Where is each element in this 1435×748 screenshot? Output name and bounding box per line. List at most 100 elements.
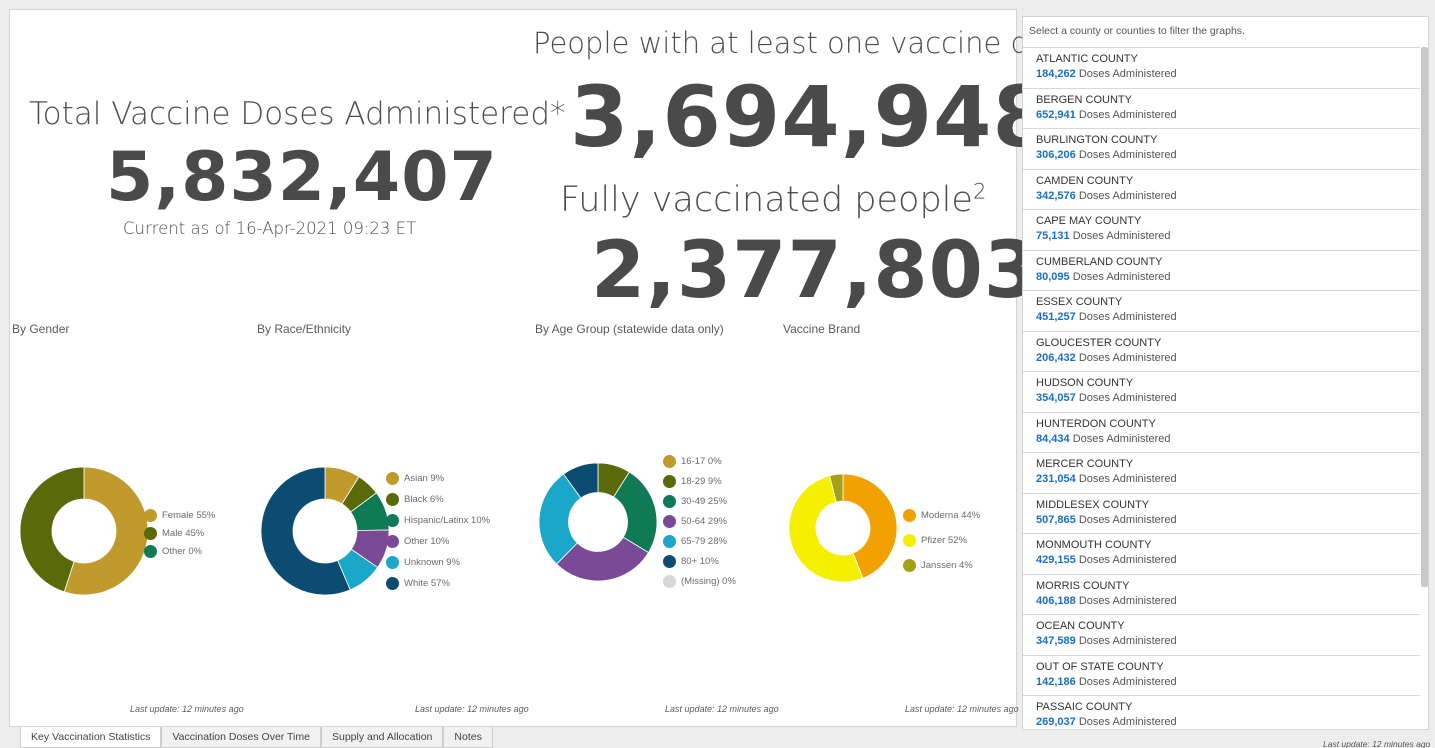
county-list-item[interactable]: BURLINGTON COUNTY 306,206 Doses Administe…	[1023, 129, 1420, 170]
county-doses: 429,155 Doses Administered	[1036, 553, 1420, 568]
race-last-update: Last update: 12 minutes ago	[415, 704, 529, 714]
county-list-scrollbar[interactable]	[1421, 47, 1428, 587]
legend-label: Unknown 9%	[404, 557, 460, 568]
legend-swatch	[663, 495, 676, 508]
county-list-item[interactable]: OUT OF STATE COUNTY 142,186 Doses Adminis…	[1023, 656, 1420, 696]
age-donut-chart[interactable]	[538, 462, 658, 582]
legend-label: Black 6%	[404, 494, 444, 505]
county-name: GLOUCESTER COUNTY	[1036, 336, 1162, 349]
legend-item[interactable]: Female 55%	[144, 509, 215, 522]
county-name: MERCER COUNTY	[1036, 458, 1134, 470]
county-doses-suffix: Doses Administered	[1078, 311, 1177, 323]
county-doses: 84,434 Doses Administered	[1036, 432, 1420, 447]
county-doses-suffix: Doses Administered	[1078, 513, 1177, 526]
county-list-item[interactable]: ATLANTIC COUNTY 184,262 Doses Administere…	[1023, 48, 1420, 89]
county-name: MONMOUTH COUNTY	[1036, 539, 1152, 551]
county-list-item[interactable]: MERCER COUNTY 231,054 Doses Administered	[1023, 453, 1420, 494]
county-name: ATLANTIC COUNTY	[1036, 53, 1138, 65]
county-doses-value: 80,095	[1036, 270, 1070, 283]
county-doses-value: 184,262	[1036, 68, 1076, 80]
legend-item[interactable]: 65-79 28%	[663, 535, 727, 548]
county-doses-value: 507,865	[1036, 513, 1076, 526]
county-doses-value: 142,186	[1036, 675, 1076, 688]
county-doses-value: 306,206	[1036, 149, 1076, 161]
county-list[interactable]: ATLANTIC COUNTY 184,262 Doses Administere…	[1023, 47, 1420, 729]
legend-swatch	[663, 475, 676, 488]
county-list-item[interactable]: MIDDLESEX COUNTY 507,865 Doses Administer…	[1023, 494, 1420, 534]
county-doses: 142,186 Doses Administered	[1036, 675, 1420, 690]
county-name: OUT OF STATE COUNTY	[1036, 660, 1164, 673]
legend-label: Hispanic/Latinx 10%	[404, 515, 491, 526]
brand-section-label: Vaccine Brand	[783, 322, 861, 336]
tab-key-vaccination-statistics[interactable]: Key Vaccination Statistics	[20, 727, 162, 748]
legend-swatch	[663, 575, 676, 588]
legend-item[interactable]: Male 45%	[144, 527, 204, 540]
tab-notes[interactable]: Notes	[443, 727, 493, 748]
legend-item[interactable]: Black 6%	[386, 493, 444, 506]
county-doses-suffix: Doses Administered	[1078, 716, 1177, 728]
county-list-item[interactable]: ESSEX COUNTY 451,257 Doses Administered	[1023, 291, 1420, 332]
county-list-item[interactable]: HUNTERDON COUNTY 84,434 Doses Administere…	[1023, 413, 1420, 453]
legend-item[interactable]: Moderna 44%	[903, 509, 980, 522]
legend-swatch	[386, 577, 399, 590]
county-doses: 80,095 Doses Administered	[1036, 270, 1420, 285]
county-list-item[interactable]: BERGEN COUNTY 652,941 Doses Administered	[1023, 89, 1420, 129]
legend-label: Pfizer 52%	[921, 535, 967, 546]
legend-item[interactable]: 16-17 0%	[663, 455, 722, 468]
county-doses: 507,865 Doses Administered	[1036, 513, 1420, 528]
county-doses-suffix: Doses Administered	[1078, 392, 1177, 404]
county-list-item[interactable]: MONMOUTH COUNTY 429,155 Doses Administere…	[1023, 534, 1420, 575]
county-name: MIDDLESEX COUNTY	[1036, 498, 1150, 511]
legend-item[interactable]: Asian 9%	[386, 472, 444, 485]
legend-swatch	[144, 545, 157, 558]
gender-section-label: By Gender	[12, 322, 70, 336]
county-doses: 347,589 Doses Administered	[1036, 634, 1420, 649]
race-donut-chart[interactable]	[260, 466, 390, 596]
county-doses: 406,188 Doses Administered	[1036, 594, 1420, 609]
county-list-item[interactable]: GLOUCESTER COUNTY 206,432 Doses Administe…	[1023, 332, 1420, 372]
legend-item[interactable]: Unknown 9%	[386, 556, 460, 569]
legend-item[interactable]: 18-29 9%	[663, 475, 722, 488]
legend-item[interactable]: Pfizer 52%	[903, 534, 967, 547]
legend-label: Asian 9%	[404, 473, 445, 484]
legend-item[interactable]: White 57%	[386, 577, 450, 590]
county-name: MORRIS COUNTY	[1036, 579, 1130, 592]
legend-item[interactable]: 50-64 29%	[663, 515, 727, 528]
tab-vaccination-doses-over-time[interactable]: Vaccination Doses Over Time	[161, 727, 321, 748]
brand-donut-chart[interactable]	[788, 473, 898, 583]
county-list-item[interactable]: PASSAIC COUNTY 269,037 Doses Administered	[1023, 696, 1420, 729]
county-name: OCEAN COUNTY	[1036, 620, 1125, 632]
legend-swatch	[386, 556, 399, 569]
county-doses-value: 75,131	[1036, 230, 1070, 242]
county-doses-value: 354,057	[1036, 392, 1076, 404]
legend-label: Other 10%	[404, 536, 450, 547]
county-name: CAMDEN COUNTY	[1036, 174, 1134, 187]
legend-label: 50-64 29%	[681, 516, 727, 527]
county-doses: 75,131 Doses Administered	[1036, 229, 1420, 244]
legend-item[interactable]: Janssen 4%	[903, 559, 973, 572]
county-list-item[interactable]: MORRIS COUNTY 406,188 Doses Administered	[1023, 575, 1420, 615]
legend-label: 30-49 25%	[681, 496, 727, 507]
county-list-item[interactable]: CAPE MAY COUNTY 75,131 Doses Administered	[1023, 210, 1420, 251]
county-doses-value: 231,054	[1036, 473, 1076, 485]
county-list-item[interactable]: CAMDEN COUNTY 342,576 Doses Administered	[1023, 170, 1420, 210]
tab-supply-and-allocation[interactable]: Supply and Allocation	[320, 727, 444, 748]
legend-item[interactable]: Other 0%	[144, 545, 202, 558]
total-doses-value: 5,832,407	[106, 138, 498, 217]
county-list-item[interactable]: HUDSON COUNTY 354,057 Doses Administered	[1023, 372, 1420, 413]
county-doses-value: 347,589	[1036, 635, 1076, 647]
legend-item[interactable]: Other 10%	[386, 535, 449, 548]
county-list-item[interactable]: OCEAN COUNTY 347,589 Doses Administered	[1023, 615, 1420, 656]
gender-donut-chart[interactable]	[19, 466, 149, 596]
county-doses-value: 269,037	[1036, 716, 1076, 728]
legend-item[interactable]: (Missing) 0%	[663, 575, 736, 588]
county-doses-value: 342,576	[1036, 189, 1076, 202]
legend-label: Moderna 44%	[921, 510, 981, 521]
legend-item[interactable]: 30-49 25%	[663, 495, 727, 508]
legend-item[interactable]: Hispanic/Latinx 10%	[386, 514, 490, 527]
gender-last-update: Last update: 12 minutes ago	[130, 704, 244, 714]
county-list-item[interactable]: CUMBERLAND COUNTY 80,095 Doses Administer…	[1023, 251, 1420, 291]
county-doses-suffix: Doses Administered	[1072, 230, 1171, 242]
county-doses-suffix: Doses Administered	[1078, 351, 1177, 364]
legend-item[interactable]: 80+ 10%	[663, 555, 719, 568]
